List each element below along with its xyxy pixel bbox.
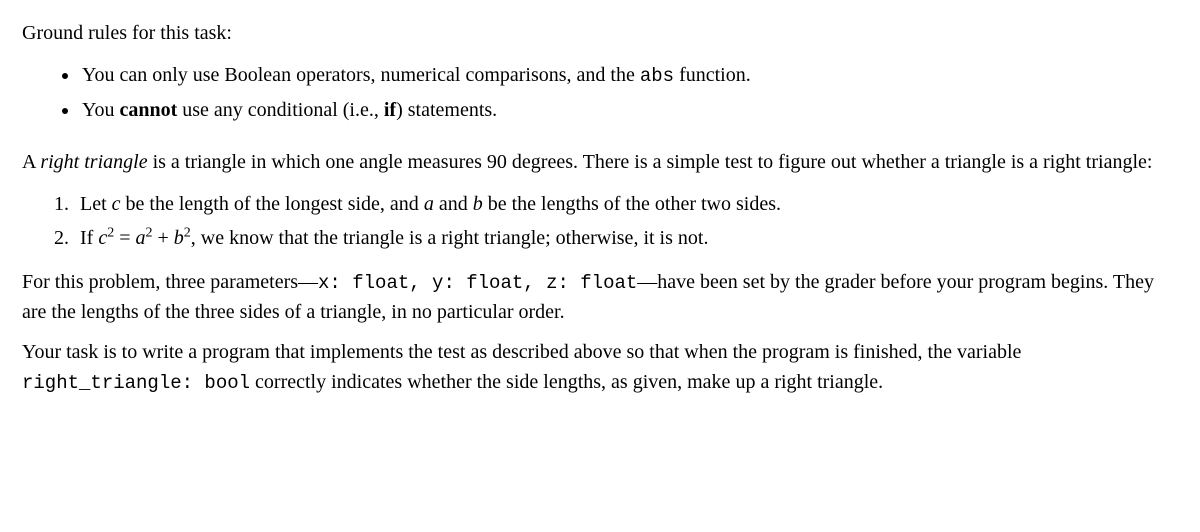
step-1: Let c be the length of the longest side,…: [74, 189, 1178, 219]
step-1-var-b: b: [473, 193, 483, 215]
rule-1-text-suffix: function.: [674, 64, 751, 86]
step-2-sq2: 2: [146, 225, 153, 240]
step-1-p3: and: [434, 193, 473, 215]
parameters-code: x: float, y: float, z: float: [318, 272, 637, 294]
step-2-p1: If: [80, 227, 98, 249]
step-2-rest: , we know that the triangle is a right t…: [191, 227, 709, 249]
definition-paragraph: A right triangle is a triangle in which …: [22, 147, 1178, 177]
definition-term: right triangle: [40, 151, 147, 173]
step-1-p2: be the length of the longest side, and: [121, 193, 424, 215]
step-1-var-c: c: [112, 193, 121, 215]
definition-rest: is a triangle in which one angle measure…: [148, 151, 1153, 173]
rule-1-code: abs: [640, 65, 674, 87]
step-2-var-a: a: [136, 227, 146, 249]
rule-item-2: You cannot use any conditional (i.e., if…: [80, 95, 1178, 125]
intro-text: Ground rules for this task:: [22, 18, 1178, 48]
rule-2-suffix: ) statements.: [396, 99, 497, 121]
result-variable-code: right_triangle: bool: [22, 372, 250, 394]
rule-2-prefix: You: [82, 99, 119, 121]
rule-2-bold-if: if: [384, 99, 396, 121]
task-paragraph: Your task is to write a program that imp…: [22, 337, 1178, 398]
rule-2-bold-cannot: cannot: [119, 99, 177, 121]
para2-suffix: correctly indicates whether the side len…: [250, 371, 883, 393]
steps-list: Let c be the length of the longest side,…: [74, 189, 1178, 253]
rule-2-mid: use any conditional (i.e.,: [177, 99, 384, 121]
step-2-var-b: b: [174, 227, 184, 249]
step-1-var-a: a: [424, 193, 434, 215]
step-2-sq3: 2: [184, 225, 191, 240]
step-2-plus: +: [153, 227, 174, 249]
step-2-var-c: c: [98, 227, 107, 249]
rule-item-1: You can only use Boolean operators, nume…: [80, 60, 1178, 91]
rule-1-text-prefix: You can only use Boolean operators, nume…: [82, 64, 640, 86]
step-2: If c2 = a2 + b2, we know that the triang…: [74, 223, 1178, 253]
step-2-eq: =: [114, 227, 135, 249]
para2-prefix: Your task is to write a program that imp…: [22, 341, 1021, 363]
para1-prefix: For this problem, three parameters—: [22, 271, 318, 293]
step-1-p4: be the lengths of the other two sides.: [483, 193, 781, 215]
definition-prefix: A: [22, 151, 40, 173]
parameters-paragraph: For this problem, three parameters—x: fl…: [22, 267, 1178, 328]
step-1-p1: Let: [80, 193, 112, 215]
ground-rules-list: You can only use Boolean operators, nume…: [80, 60, 1178, 125]
